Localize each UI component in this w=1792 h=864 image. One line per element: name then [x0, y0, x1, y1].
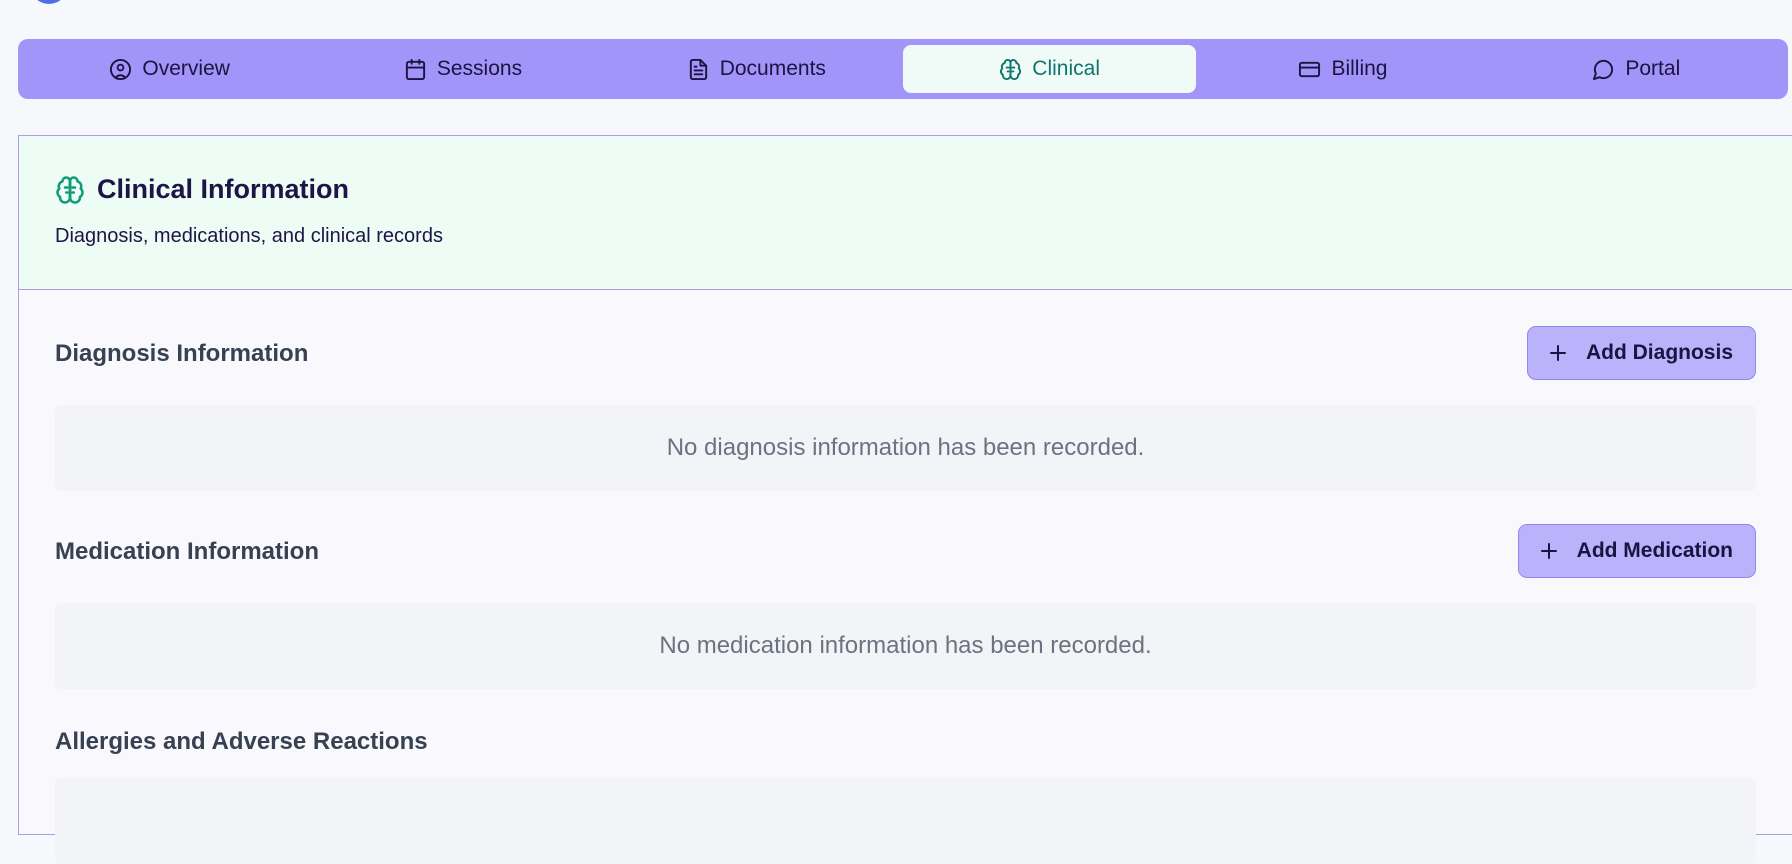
tab-label: Clinical [1032, 57, 1100, 80]
tab-portal[interactable]: Portal [1490, 45, 1783, 93]
avatar[interactable] [30, 0, 68, 4]
add-diagnosis-button[interactable]: Add Diagnosis [1526, 326, 1756, 380]
brain-icon [56, 175, 84, 204]
tab-documents[interactable]: Documents [610, 45, 903, 93]
brain-icon [1000, 58, 1022, 80]
credit-card-icon [1299, 61, 1321, 77]
user-circle-icon [110, 58, 132, 80]
tab-sessions[interactable]: Sessions [316, 45, 609, 93]
plus-icon [1540, 543, 1557, 559]
tab-label: Portal [1625, 57, 1681, 80]
tab-clinical[interactable]: Clinical [902, 45, 1197, 93]
panel-subtitle: Diagnosis, medications, and clinical rec… [55, 225, 443, 247]
add-diagnosis-label: Add Diagnosis [1585, 341, 1733, 364]
allergies-content [55, 778, 1756, 864]
chat-bubble-icon [1593, 59, 1614, 80]
calendar-icon [405, 58, 425, 80]
diagnosis-title: Diagnosis Information [55, 340, 309, 367]
tab-label: Documents [719, 57, 826, 80]
tab-label: Billing [1331, 57, 1388, 80]
medication-title: Medication Information [55, 538, 319, 565]
panel-title-row: Clinical Information [55, 174, 1792, 205]
tab-bar: Overview Sessions Documents Clinical Bil… [18, 39, 1788, 99]
tab-label: Overview [142, 57, 230, 80]
add-medication-label: Add Medication [1576, 539, 1733, 562]
panel-title: Clinical Information [97, 174, 350, 204]
tab-billing[interactable]: Billing [1196, 45, 1489, 93]
panel-header: Clinical Information Diagnosis, medicati… [19, 136, 1792, 290]
clinical-panel: Clinical Information Diagnosis, medicati… [18, 135, 1792, 864]
plus-icon [1549, 345, 1566, 361]
tab-overview[interactable]: Overview [23, 45, 316, 93]
diagnosis-empty-state: No diagnosis information has been record… [55, 405, 1756, 491]
tab-label: Sessions [436, 57, 523, 80]
document-icon [689, 58, 707, 80]
allergies-title: Allergies and Adverse Reactions [55, 728, 428, 755]
medication-empty-state: No medication information has been recor… [55, 603, 1756, 689]
add-medication-button[interactable]: Add Medication [1517, 524, 1756, 578]
